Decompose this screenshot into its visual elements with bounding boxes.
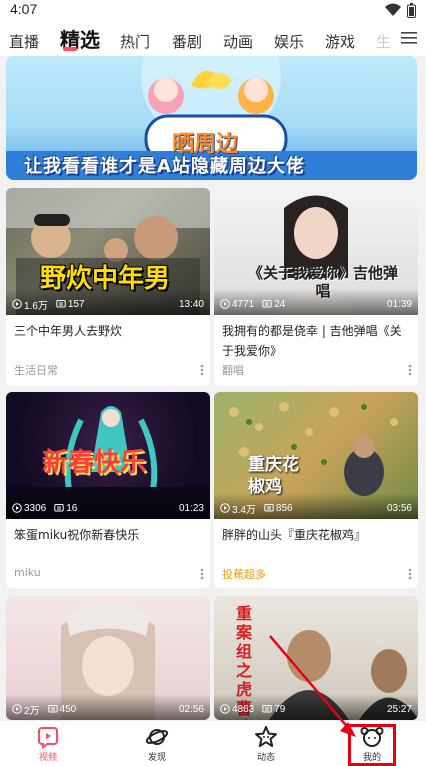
tab-games[interactable]: 游戏 (325, 31, 355, 52)
play-count: 4771 (232, 298, 255, 310)
video-thumbnail: 重案组之虎 曹达华 4863 79 25:27 (214, 596, 418, 720)
video-thumbnail: 野炊中年男 1.6万 157 13:40 (6, 188, 210, 315)
annotation-highlight-box (348, 724, 396, 766)
play-count-icon (220, 299, 230, 309)
comment-count: 79 (274, 703, 286, 715)
status-time: 4:07 (10, 1, 38, 17)
battery-icon (407, 2, 416, 18)
comment-icon (264, 504, 274, 512)
tab-life[interactable]: 生 (376, 31, 391, 52)
video-thumbnail: 2万 450 02:56 (6, 596, 210, 720)
video-card[interactable]: 重庆花椒鸡 3.4万 856 03:56 胖胖的山头『重庆花椒鸡』 投蕉超多 (214, 392, 418, 588)
banner-title: 让我看看谁才是A站隐藏周边大佬 (24, 156, 305, 177)
play-count-icon (12, 503, 22, 513)
play-count: 2万 (24, 705, 40, 717)
video-title: 三个中年男人去野炊 (14, 324, 123, 338)
menu-icon[interactable] (400, 30, 418, 46)
promo-tag: 投蕉超多 (222, 568, 266, 581)
comment-count: 16 (66, 502, 78, 514)
video-category: miku (14, 566, 41, 579)
play-count: 1.6万 (24, 300, 48, 312)
video-card[interactable]: 重案组之虎 曹达华 4863 79 25:27 (214, 596, 418, 720)
promo-banner[interactable]: 晒周边 让我看看谁才是A站隐藏周边大佬 (6, 56, 417, 180)
video-thumbnail: 《关于我爱你》吉他弹唱 4771 24 01:39 (214, 188, 418, 315)
thumbnail-overlay-text: 重庆花椒鸡 (248, 455, 299, 497)
video-duration: 13:40 (178, 298, 204, 310)
play-count-icon (220, 503, 230, 513)
tab-animation[interactable]: 动画 (223, 31, 253, 52)
nav-discover[interactable]: 发现 (127, 725, 187, 766)
play-count: 4863 (232, 703, 255, 715)
tab-hot[interactable]: 热门 (120, 31, 150, 52)
video-duration: 02:56 (178, 703, 204, 715)
comment-icon (262, 300, 272, 308)
comment-icon (56, 300, 66, 308)
video-card[interactable]: 新春快乐 3306 16 01:23 笨蛋miku祝你新春快乐 miku (6, 392, 210, 588)
play-count: 3.4万 (232, 504, 256, 516)
video-title: 我拥有的都是侥幸 | 吉他弹唱《关于我爱你》 (222, 324, 402, 358)
play-count: 3306 (24, 502, 47, 514)
video-category: 翻唱 (222, 364, 244, 377)
video-meta: 4863 79 25:27 (220, 702, 412, 716)
video-thumbnail: 新春快乐 3306 16 01:23 (6, 392, 210, 519)
video-meta: 2万 450 02:56 (12, 702, 204, 717)
video-category: 生活日常 (14, 364, 58, 377)
play-count-icon (12, 299, 22, 309)
video-icon (38, 727, 58, 749)
video-thumbnail: 重庆花椒鸡 3.4万 856 03:56 (214, 392, 418, 519)
comment-icon (54, 504, 64, 512)
status-icons (385, 2, 416, 18)
video-card[interactable]: 《关于我爱你》吉他弹唱 4771 24 01:39 我拥有的都是侥幸 | 吉他弹… (214, 188, 418, 386)
video-meta: 1.6万 157 13:40 (12, 297, 204, 312)
video-card[interactable]: 2万 450 02:56 (6, 596, 210, 720)
comment-icon (47, 705, 58, 713)
nav-feed[interactable]: 动态 (236, 725, 296, 766)
video-title: 笨蛋miku祝你新春快乐 (14, 528, 140, 542)
video-duration: 03:56 (386, 502, 412, 514)
video-meta: 4771 24 01:39 (220, 297, 412, 311)
nav-video[interactable]: 视频 (18, 725, 78, 766)
video-duration: 01:39 (386, 298, 412, 310)
comment-count: 157 (67, 298, 85, 310)
nav-label: 动态 (256, 753, 275, 763)
video-duration: 01:23 (178, 502, 204, 514)
tab-live[interactable]: 直播 (9, 31, 39, 52)
thumbnail-overlay-text: 新春快乐 (42, 448, 147, 478)
comment-count: 450 (59, 703, 77, 715)
comment-count: 24 (274, 298, 286, 310)
active-tab-indicator (63, 47, 77, 51)
nav-label: 视频 (38, 753, 57, 763)
channel-tab-bar: 直播 精选 热门 番剧 动画 娱乐 游戏 生 (0, 22, 426, 56)
planet-icon (145, 729, 169, 745)
more-options-icon[interactable] (200, 568, 204, 580)
video-card[interactable]: 野炊中年男 1.6万 157 13:40 三个中年男人去野炊 生活日常 (6, 188, 210, 386)
comment-icon (262, 705, 272, 713)
play-count-icon (12, 704, 22, 714)
tab-bangumi[interactable]: 番剧 (172, 31, 202, 52)
nav-label: 发现 (147, 753, 166, 763)
video-title: 胖胖的山头『重庆花椒鸡』 (222, 528, 367, 542)
play-count-icon (220, 704, 230, 714)
star-icon (255, 726, 277, 747)
video-meta: 3306 16 01:23 (12, 501, 204, 515)
video-duration: 25:27 (386, 703, 412, 715)
more-options-icon[interactable] (408, 568, 412, 580)
comment-count: 856 (275, 502, 293, 514)
video-meta: 3.4万 856 03:56 (220, 501, 412, 516)
more-options-icon[interactable] (200, 364, 204, 376)
status-bar: 4:07 (0, 0, 426, 22)
wifi-icon (385, 3, 401, 16)
tab-entertainment[interactable]: 娱乐 (274, 31, 304, 52)
more-options-icon[interactable] (408, 364, 412, 376)
